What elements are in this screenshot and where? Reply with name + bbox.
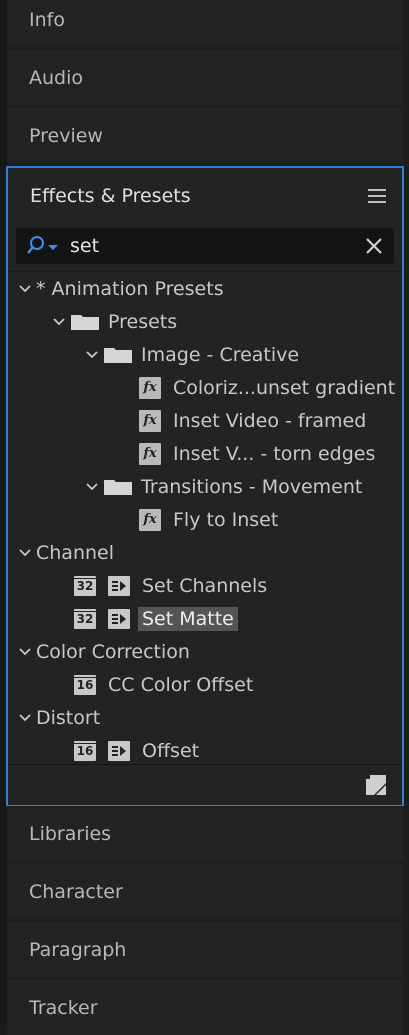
tree-item-channel[interactable]: Channel [8,536,402,569]
tree-item-label: Distort [36,706,101,729]
panel-tab-info[interactable]: Info [7,0,403,47]
32-bit-badge-icon: 32 [74,608,96,629]
close-icon[interactable] [364,236,384,256]
tree-item-label: Channel [36,541,115,564]
tree-item-label: Inset Video - framed [173,409,367,432]
tree-item-offset[interactable]: 16 Offset [8,734,402,764]
panel-header: Effects & Presets [8,168,402,224]
tree-item-presets[interactable]: Presets [8,305,402,338]
panel-tab-libraries[interactable]: Libraries [7,806,403,861]
animation-preset-icon: fx [139,442,161,465]
panel-footer [8,764,402,805]
chevron-down-icon[interactable] [18,546,32,560]
panel-tab-preview[interactable]: Preview [7,108,403,163]
32-bit-badge-icon: 32 [74,575,96,596]
panel-tab-audio[interactable]: Audio [7,50,403,105]
new-animation-preset-icon[interactable] [364,773,388,797]
panel-tab-label: Libraries [29,822,112,845]
panel-title: Effects & Presets [30,185,191,207]
panel-tab-label: Character [29,880,123,903]
tree-item-set-matte[interactable]: 32 Set Matte [8,602,402,635]
tree-item-label: Transitions - Movement [141,475,363,498]
chevron-down-icon[interactable] [18,282,32,296]
panel-tab-label: Paragraph [29,938,127,961]
16-bit-badge-icon: 16 [74,740,96,761]
effect-icon [108,575,130,596]
tree-item-inset-video-framed[interactable]: fx Inset Video - framed [8,404,402,437]
search-bar [16,228,394,264]
effects-presets-panel: Effects & Presets * Animation Presets [6,166,404,806]
tree-item-cc-color-offset[interactable]: 16 CC Color Offset [8,668,402,701]
tree-item-label-selected: Set Matte [138,606,238,631]
folder-icon [71,314,99,330]
tree-item-distort[interactable]: Distort [8,701,402,734]
tree-item-label: CC Color Offset [108,673,254,696]
panel-tab-label: Preview [29,124,103,147]
animation-preset-icon: fx [139,508,161,531]
animation-preset-icon: fx [139,409,161,432]
folder-icon [104,347,132,363]
tree-item-label: Presets [108,310,178,333]
tree-item-label: Set Channels [142,574,268,597]
tree-item-label: Coloriz...unset gradient [173,376,396,399]
tree-item-label: * Animation Presets [36,277,224,300]
tree-item-label: Offset [142,739,200,762]
tree-item-label: Inset V... - torn edges [173,442,376,465]
panel-tab-character[interactable]: Character [7,864,403,919]
tree-item-transitions-movement[interactable]: Transitions - Movement [8,470,402,503]
folder-icon [104,479,132,495]
effects-tree: * Animation Presets Presets Image - Crea… [8,271,402,764]
tree-item-label: Image - Creative [141,343,300,366]
panel-tab-label: Audio [29,66,84,89]
panel-tab-label: Tracker [29,996,98,1019]
chevron-down-icon[interactable] [18,645,32,659]
tree-item-colorize-sunset-gradient[interactable]: fx Coloriz...unset gradient [8,371,402,404]
tree-item-fly-to-inset[interactable]: fx Fly to Inset [8,503,402,536]
tree-item-label: Fly to Inset [173,508,279,531]
chevron-down-icon[interactable] [85,480,99,494]
effect-icon [108,740,130,761]
tree-item-animation-presets[interactable]: * Animation Presets [8,272,402,305]
animation-preset-icon: fx [139,376,161,399]
effect-icon [108,608,130,629]
chevron-down-icon[interactable] [18,711,32,725]
panel-tab-tracker[interactable]: Tracker [7,980,403,1035]
chevron-down-icon[interactable] [52,315,66,329]
16-bit-badge-icon: 16 [74,674,96,695]
search-icon[interactable] [26,234,62,258]
tree-item-image-creative[interactable]: Image - Creative [8,338,402,371]
hamburger-menu-icon[interactable] [368,189,386,203]
tree-item-set-channels[interactable]: 32 Set Channels [8,569,402,602]
tree-item-color-correction[interactable]: Color Correction [8,635,402,668]
chevron-down-icon[interactable] [85,348,99,362]
panel-tab-paragraph[interactable]: Paragraph [7,922,403,977]
tree-item-label: Color Correction [36,640,190,663]
tree-item-inset-video-torn-edges[interactable]: fx Inset V... - torn edges [8,437,402,470]
panel-tab-label: Info [29,8,65,31]
search-input[interactable] [62,235,364,257]
